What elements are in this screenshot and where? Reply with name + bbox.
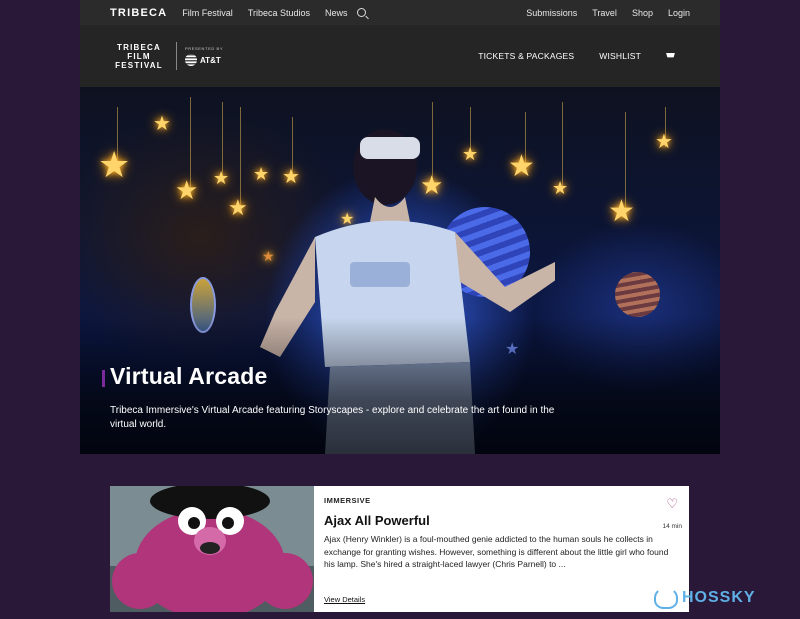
- light-string: [222, 102, 223, 177]
- hero-banner[interactable]: ★ ★ ★ ★ ★ ★ ★ ★ ★ ★ ★ ★ ★ ★ ★ ★: [80, 87, 720, 454]
- view-details-link[interactable]: View Details: [324, 595, 365, 604]
- watermark-logo-icon: [654, 587, 678, 609]
- nav-submissions[interactable]: Submissions: [526, 8, 577, 18]
- hero-title-accent: [102, 370, 105, 387]
- event-title[interactable]: Ajax All Powerful: [324, 513, 430, 528]
- vr-headset-icon: [360, 137, 420, 159]
- top-nav: TRIBECA Film Festival Tribeca Studios Ne…: [80, 0, 720, 25]
- top-nav-left-links: Film Festival Tribeca Studios News: [182, 8, 366, 18]
- nav-news[interactable]: News: [325, 8, 348, 18]
- nav-shop[interactable]: Shop: [632, 8, 653, 18]
- watermark-text: HOSSKY: [682, 589, 756, 606]
- festival-logo[interactable]: TRIBECA FILM FESTIVAL: [110, 43, 168, 70]
- star-light: ★: [153, 113, 171, 135]
- sponsor-block: PRESENTED BY AT&T: [185, 46, 223, 66]
- event-duration: 14 min: [662, 523, 682, 530]
- event-card[interactable]: IMMERSIVE ♡ Ajax All Powerful 14 min Aja…: [110, 486, 689, 612]
- star-light: ★: [175, 175, 199, 205]
- star-light: ★: [655, 131, 673, 153]
- festival-nav: TRIBECA FILM FESTIVAL PRESENTED BY AT&T …: [80, 25, 720, 87]
- search-icon[interactable]: [356, 8, 366, 17]
- logo-divider: [176, 42, 177, 70]
- hero-title[interactable]: Virtual Arcade: [110, 363, 267, 390]
- festival-logo-line: FILM: [127, 51, 151, 61]
- event-card-image[interactable]: [110, 486, 314, 612]
- genie-character-image: [110, 486, 314, 612]
- festival-logo-line: TRIBECA: [117, 42, 161, 52]
- light-string: [190, 97, 191, 187]
- cart-icon[interactable]: [666, 52, 675, 58]
- hero-description: Tribeca Immersive's Virtual Arcade featu…: [110, 405, 555, 430]
- nav-travel[interactable]: Travel: [592, 8, 617, 18]
- att-globe-icon: [185, 54, 197, 66]
- heart-icon[interactable]: ♡: [666, 496, 678, 512]
- page: TRIBECA Film Festival Tribeca Studios Ne…: [80, 0, 720, 619]
- watermark: HOSSKY: [654, 587, 756, 609]
- presented-by-label: PRESENTED BY: [185, 46, 224, 51]
- star-light: ★: [608, 195, 635, 228]
- event-category: IMMERSIVE: [324, 496, 371, 505]
- star-light: ★: [213, 168, 230, 188]
- light-string: [240, 107, 241, 207]
- festival-nav-actions: TICKETS & PACKAGES WISHLIST: [478, 51, 675, 61]
- tickets-link[interactable]: TICKETS & PACKAGES: [478, 51, 574, 61]
- planet-decoration: [615, 272, 660, 317]
- wishlist-link[interactable]: WISHLIST: [599, 51, 641, 61]
- att-logo: AT&T: [185, 54, 223, 66]
- top-nav-right-links: Submissions Travel Shop Login: [526, 8, 690, 18]
- star-light: ★: [98, 144, 131, 185]
- event-card-body: IMMERSIVE ♡ Ajax All Powerful 14 min Aja…: [314, 486, 689, 612]
- star-light: ★: [228, 195, 248, 220]
- festival-logo-line: FESTIVAL: [115, 60, 163, 70]
- event-description: Ajax (Henry Winkler) is a foul-mouthed g…: [324, 534, 669, 569]
- nav-tribeca-studios[interactable]: Tribeca Studios: [248, 8, 310, 18]
- sponsor-name: AT&T: [200, 55, 221, 65]
- tribeca-logo[interactable]: TRIBECA: [110, 7, 167, 19]
- nav-film-festival[interactable]: Film Festival: [182, 8, 233, 18]
- light-string: [562, 102, 563, 187]
- nav-login[interactable]: Login: [668, 8, 690, 18]
